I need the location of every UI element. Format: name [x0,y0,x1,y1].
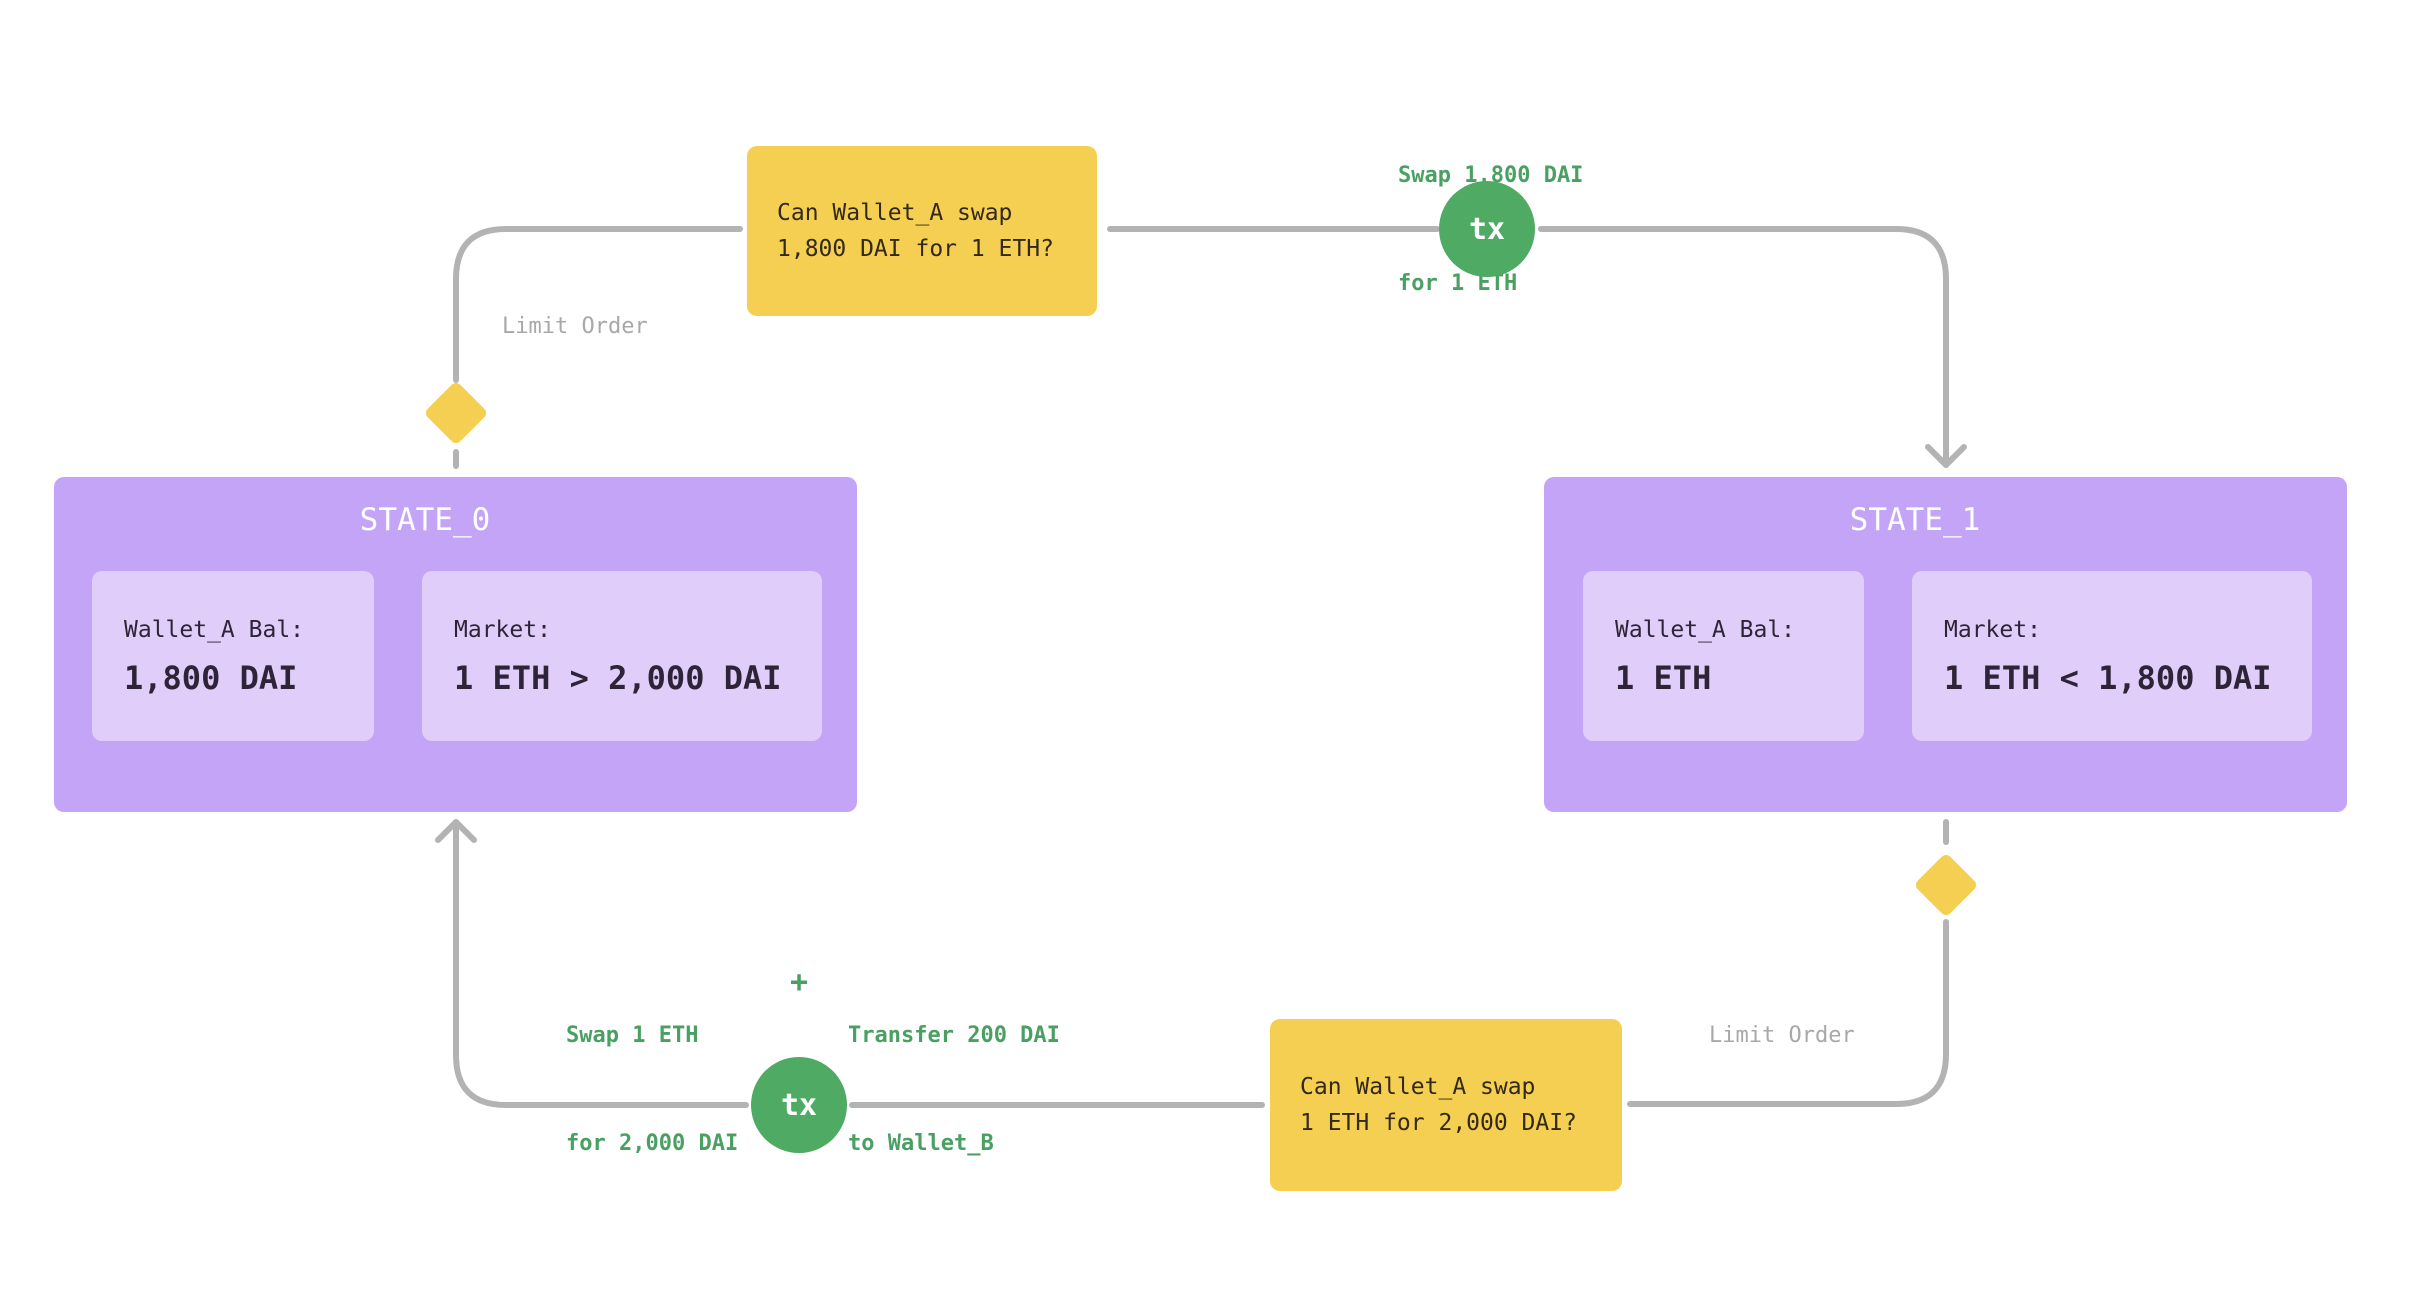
state-1-market-card: Market: 1 ETH < 1,800 DAI [1912,571,2312,741]
limit-order-label-bottom: Limit Order [1709,1023,1855,1048]
state-0-wallet-card: Wallet_A Bal: 1,800 DAI [92,571,374,741]
tx-node-0: tx [1439,181,1535,277]
market-label: Market: [1944,617,2041,643]
decision-text-line1: Can Wallet_A swap [1300,1074,1536,1100]
tx-node-label: tx [1468,211,1506,247]
market-value: 1 ETH > 2,000 DAI [454,659,782,697]
tx-node-1: tx [751,1057,847,1153]
tx1-action-line2: to Wallet_B [848,1131,994,1156]
decision-box-1: Can Wallet_A swap 1 ETH for 2,000 DAI? [1270,1019,1622,1191]
tx1-action-label-swap: Swap 1 ETH for 2,000 DAI [566,946,738,1198]
tx1-action-label-transfer: Transfer 200 DAI to Wallet_B [848,946,1060,1198]
state-1-title: STATE_1 [1849,502,1981,538]
wallet-balance-label: Wallet_A Bal: [124,617,305,643]
decision-box-0: Can Wallet_A swap 1,800 DAI for 1 ETH? [747,146,1097,316]
state-0-title: STATE_0 [359,502,491,538]
market-value: 1 ETH < 1,800 DAI [1944,659,2272,697]
wallet-balance-value: 1 ETH [1615,659,1712,697]
tx1-plus-sign: + [790,965,809,1000]
tx1-action-line2: for 2,000 DAI [566,1131,739,1156]
state-1-wallet-card: Wallet_A Bal: 1 ETH [1583,571,1864,741]
decision-text-line2: 1,800 DAI for 1 ETH? [777,236,1054,262]
tx1-action-line1: Transfer 200 DAI [848,1023,1060,1048]
wallet-balance-label: Wallet_A Bal: [1615,617,1796,643]
wallet-balance-value: 1,800 DAI [124,659,298,697]
tx1-action-line1: Swap 1 ETH [566,1023,699,1048]
tx-node-label: tx [780,1087,818,1123]
edge-state0-to-decision0 [453,226,743,383]
state-0-box: STATE_0 Wallet_A Bal: 1,800 DAI Market: … [54,477,857,812]
decision-text-line1: Can Wallet_A swap [777,200,1013,226]
state-0-market-card: Market: 1 ETH > 2,000 DAI [422,571,822,741]
limit-order-label-top: Limit Order [502,314,648,339]
state-1-box: STATE_1 Wallet_A Bal: 1 ETH Market: 1 ET… [1544,477,2347,812]
edge-tx0-to-state1 [1538,226,1949,468]
market-label: Market: [454,617,551,643]
edge-diamond1-to-decision1 [1627,919,1949,1107]
decision-text-line2: 1 ETH for 2,000 DAI? [1300,1110,1577,1136]
